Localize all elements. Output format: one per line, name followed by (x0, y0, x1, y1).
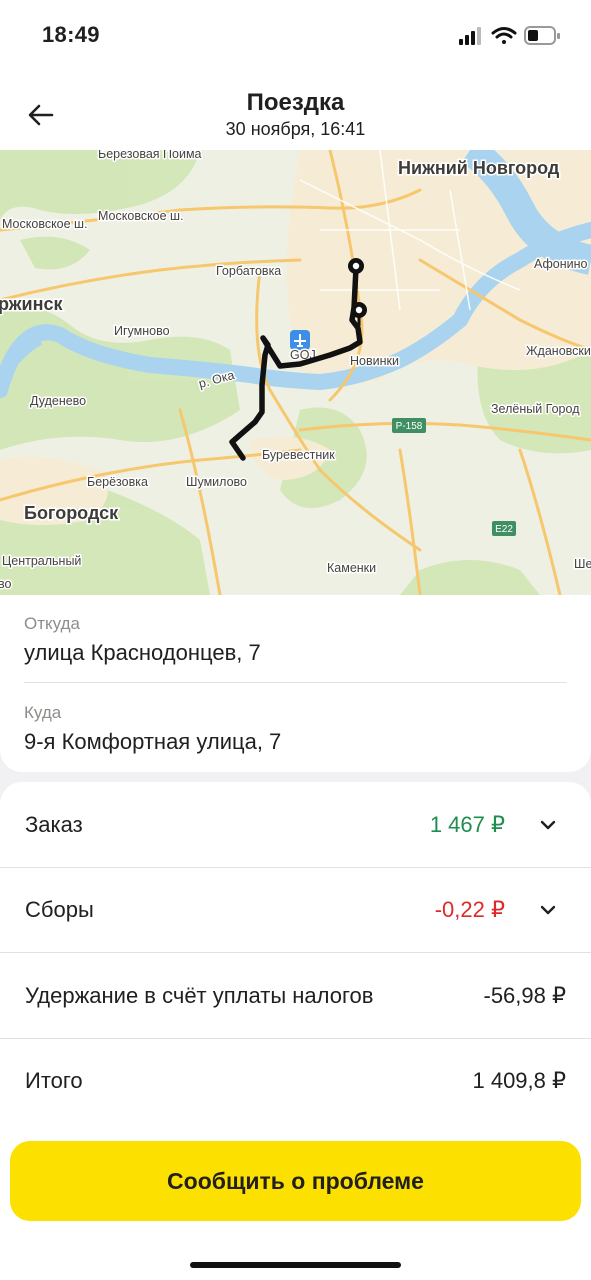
from-address[interactable]: Откуда улица Краснодонцев, 7 (24, 614, 567, 666)
map-label: Ждановски (526, 344, 591, 358)
trip-header: Поездка 30 ноября, 16:41 (0, 72, 591, 150)
chevron-down-icon[interactable] (539, 816, 557, 834)
status-bar: 18:49 (0, 0, 591, 72)
map-label: Игумново (114, 324, 170, 338)
map-label: Берёзовка (87, 475, 148, 489)
total-label: Итого (25, 1068, 83, 1093)
battery-icon (524, 26, 560, 45)
bottom-action-area: Сообщить о проблеме (0, 1130, 591, 1280)
map-label: Зелёный Город (491, 402, 580, 416)
map-city-label: Нижний Новгород (398, 158, 560, 178)
status-icons (459, 26, 560, 45)
map-label: Буревестник (262, 448, 335, 462)
order-value: 1 467 ₽ (429, 812, 505, 837)
airport-icon (290, 330, 310, 350)
route-map[interactable]: Р-158 E22 Березовая Пойма Нижний Новгоро… (0, 150, 591, 595)
signal-icon (459, 27, 481, 45)
map-label: Новинки (350, 354, 399, 368)
from-label: Откуда (24, 614, 80, 633)
map-label: во (0, 577, 12, 591)
payment-breakdown: Заказ 1 467 ₽ Сборы -0,22 ₽ Удержание в … (0, 782, 591, 1130)
map-label: Московское ш. (2, 217, 88, 231)
wifi-icon (491, 27, 517, 44)
map-canvas: Р-158 E22 Березовая Пойма Нижний Новгоро… (0, 150, 591, 595)
map-label: Московское ш. (98, 209, 184, 223)
map-label: Центральный (2, 554, 81, 568)
from-value: улица Краснодонцев, 7 (24, 640, 261, 665)
map-city-label: Богородск (24, 503, 119, 523)
page-title: Поездка (246, 89, 345, 116)
road-badge-e22: E22 (492, 521, 516, 536)
map-city-label: ржинск (0, 294, 63, 314)
home-indicator (190, 1262, 401, 1268)
order-row[interactable]: Заказ 1 467 ₽ (0, 782, 591, 868)
fees-label: Сборы (25, 897, 94, 922)
total-row: Итого 1 409,8 ₽ (0, 1038, 591, 1123)
road-badge-r158: Р-158 (392, 418, 426, 433)
divider (24, 682, 567, 683)
order-label: Заказ (25, 812, 83, 837)
fees-row[interactable]: Сборы -0,22 ₽ (0, 867, 591, 953)
map-label: Ше (574, 557, 591, 571)
map-label: Шумилово (186, 475, 247, 489)
map-label: Каменки (327, 561, 376, 575)
to-label: Куда (24, 703, 62, 722)
map-label: Березовая Пойма (98, 150, 202, 161)
trip-date: 30 ноября, 16:41 (225, 119, 366, 139)
map-label: Афонино (534, 257, 588, 271)
tax-row: Удержание в счёт уплаты налогов -56,98 ₽ (0, 953, 591, 1039)
chevron-down-icon[interactable] (539, 901, 557, 919)
r158-label: Р-158 (396, 421, 423, 432)
route-card: Откуда улица Краснодонцев, 7 Куда 9-я Ко… (0, 595, 591, 772)
to-value: 9-я Комфортная улица, 7 (24, 729, 282, 754)
tax-label: Удержание в счёт уплаты налогов (25, 983, 374, 1008)
map-label: Дуденево (30, 394, 86, 408)
map-label: Горбатовка (216, 264, 281, 278)
report-problem-button[interactable]: Сообщить о проблеме (10, 1141, 581, 1221)
status-time: 18:49 (42, 22, 100, 47)
fees-value: -0,22 ₽ (434, 897, 505, 922)
tax-value: -56,98 ₽ (483, 983, 567, 1008)
e22-label: E22 (495, 524, 513, 535)
to-address[interactable]: Куда 9-я Комфортная улица, 7 (24, 703, 567, 755)
total-value: 1 409,8 ₽ (472, 1068, 566, 1093)
